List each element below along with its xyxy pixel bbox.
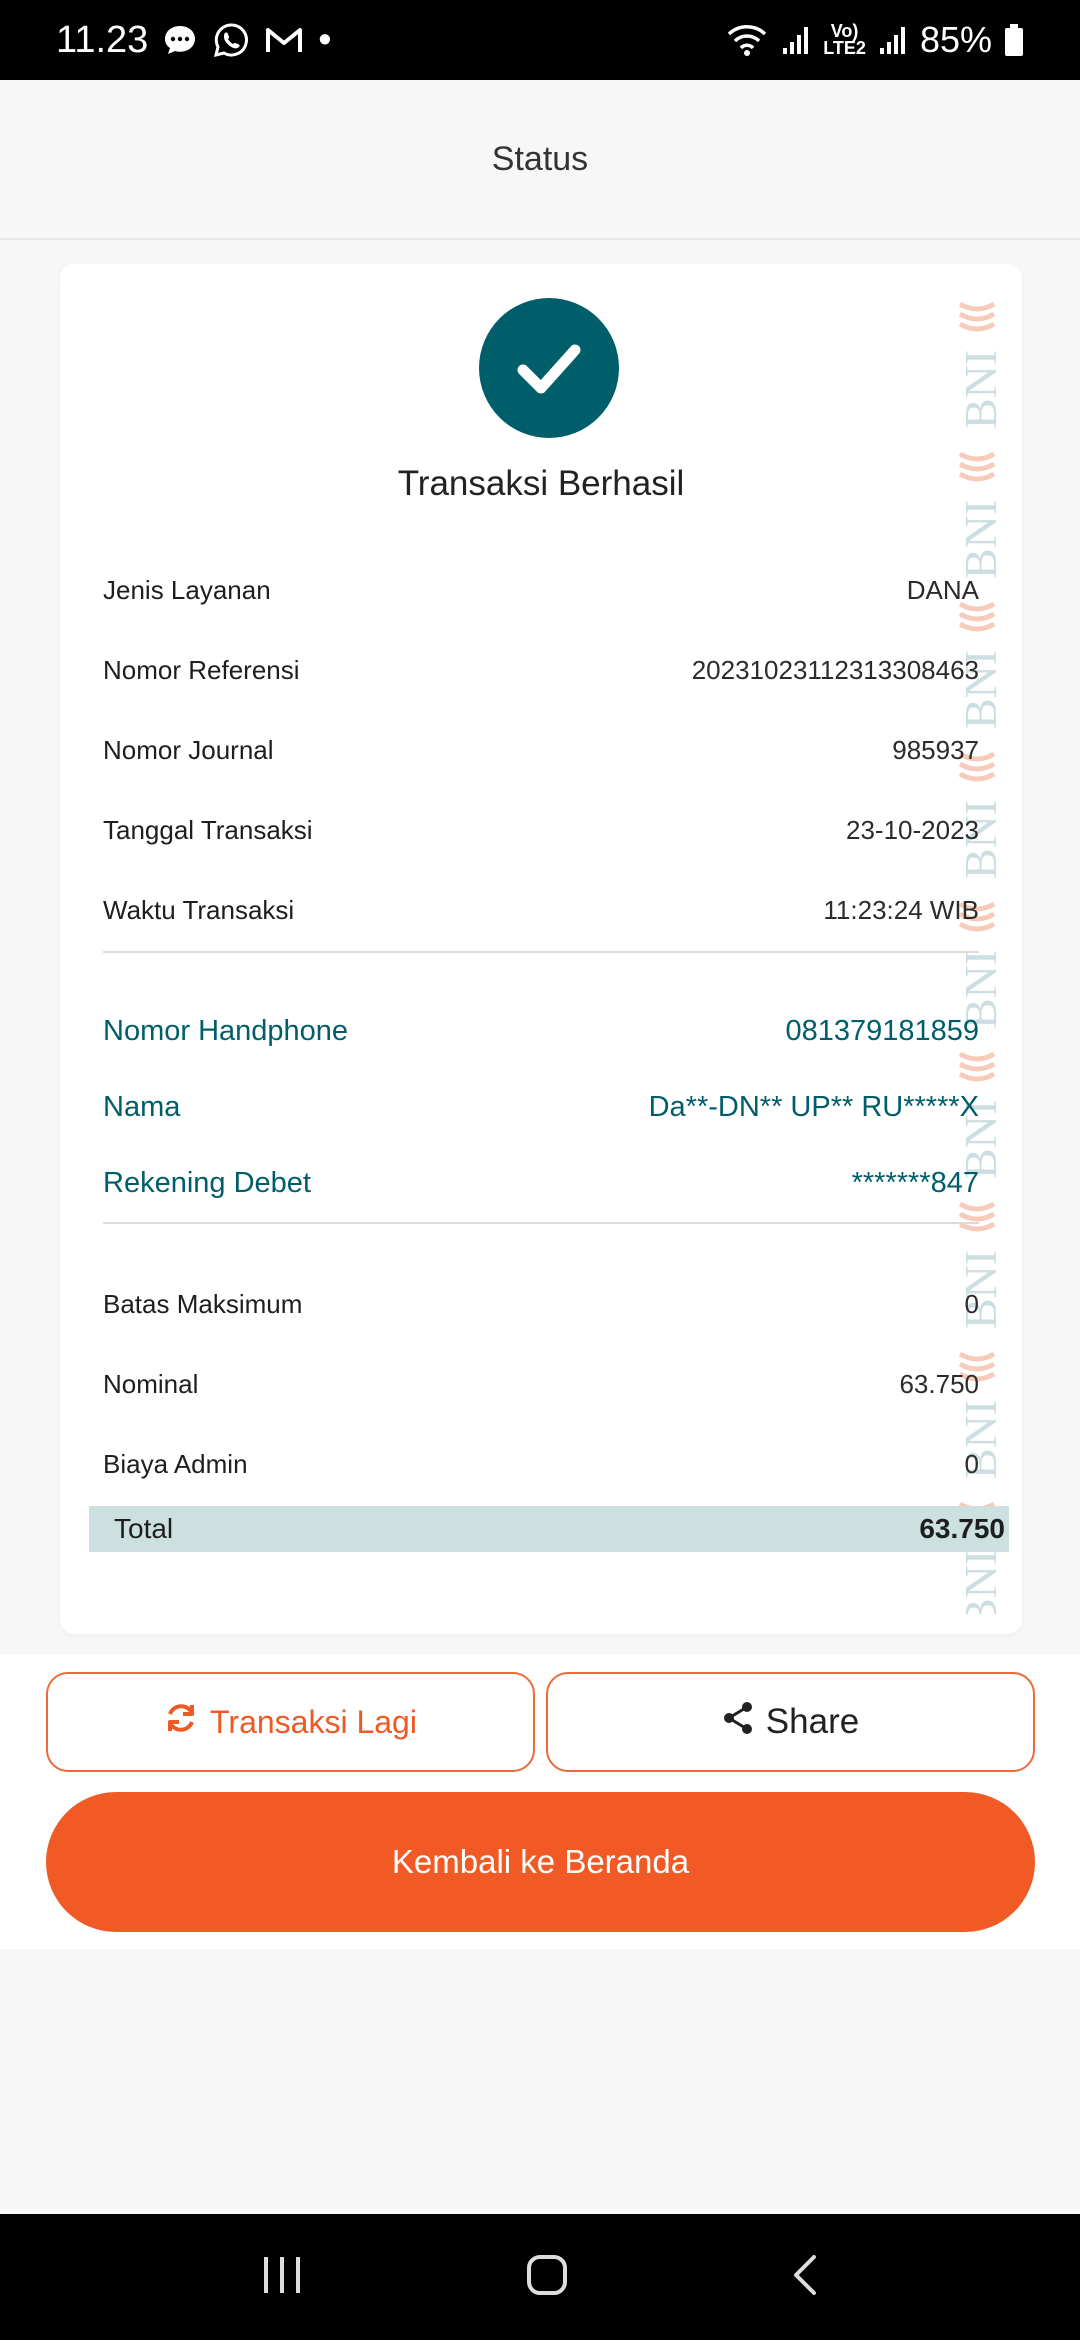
detail-value: 081379181859 <box>785 1014 979 1047</box>
check-circle-icon <box>479 298 619 438</box>
back-icon[interactable] <box>790 2253 820 2302</box>
detail-row-service: Jenis Layanan DANA <box>103 570 979 610</box>
detail-label: Nominal <box>103 1368 199 1399</box>
detail-label: Tanggal Transaksi <box>103 814 313 845</box>
detail-row-debit-account: Rekening Debet *******847 <box>103 1163 979 1203</box>
detail-row-nominal: Nominal 63.750 <box>103 1364 979 1404</box>
share-label: Share <box>765 1702 860 1741</box>
back-to-home-button[interactable]: Kembali ke Beranda <box>46 1792 1035 1932</box>
detail-value: 23-10-2023 <box>846 814 979 845</box>
detail-value: 0 <box>964 1288 979 1319</box>
signal-icon <box>781 24 811 56</box>
detail-label: Nomor Referensi <box>103 654 300 685</box>
divider <box>103 951 979 953</box>
status-bar: 11.23 • Vo) LTE2 85% <box>0 0 1080 80</box>
clock: 11.23 <box>56 18 149 61</box>
total-row: Total 63.750 <box>89 1506 1009 1552</box>
notification-dot: • <box>318 18 332 61</box>
battery-icon <box>1004 23 1024 57</box>
detail-row-time: Waktu Transaksi 11:23:24 WIB <box>103 890 979 930</box>
detail-label: Nomor Journal <box>103 734 274 765</box>
detail-row-name: Nama Da**-DN** UP** RU*****X <box>103 1087 979 1127</box>
svg-text:BNI: BNI <box>955 1550 1002 1614</box>
detail-value: Da**-DN** UP** RU*****X <box>648 1090 979 1123</box>
svg-text:BNI: BNI <box>955 500 1002 579</box>
share-button[interactable]: Share <box>546 1672 1035 1772</box>
network-type-label: Vo) LTE2 <box>823 21 866 58</box>
detail-label: Waktu Transaksi <box>103 894 295 925</box>
gmail-icon <box>264 24 304 56</box>
detail-value: *******847 <box>851 1166 979 1199</box>
detail-value: 985937 <box>892 734 979 765</box>
svg-text:BNI: BNI <box>955 350 1002 429</box>
recent-apps-icon[interactable] <box>260 2255 304 2300</box>
signal-icon <box>878 24 908 56</box>
detail-value: 20231023112313308463 <box>691 654 979 685</box>
divider <box>103 1222 979 1224</box>
app-header: Status <box>0 80 1080 240</box>
detail-row-admin-fee: Biaya Admin 0 <box>103 1444 979 1484</box>
retry-transaction-button[interactable]: Transaksi Lagi <box>46 1672 535 1772</box>
detail-value: 11:23:24 WIB <box>823 894 979 925</box>
detail-value: 63.750 <box>899 1368 979 1399</box>
home-icon[interactable] <box>525 2253 569 2302</box>
battery-percent: 85% <box>919 19 992 60</box>
detail-label: Nomor Handphone <box>103 1014 349 1047</box>
chat-bubble-icon <box>162 22 198 58</box>
status-bar-left: 11.23 • <box>56 19 332 62</box>
detail-label: Nama <box>103 1090 181 1123</box>
detail-label: Jenis Layanan <box>103 574 271 605</box>
detail-value: 0 <box>964 1448 979 1479</box>
detail-row-reference: Nomor Referensi 20231023112313308463 <box>103 650 979 690</box>
whatsapp-icon <box>212 21 250 59</box>
bni-watermark-tile: BNI <box>955 301 1002 429</box>
refresh-icon <box>164 1701 198 1743</box>
detail-row-journal: Nomor Journal 985937 <box>103 730 979 770</box>
total-value: 63.750 <box>919 1513 1005 1544</box>
page-title: Status <box>491 139 589 178</box>
total-label: Total <box>114 1513 174 1544</box>
transaction-status-title: Transaksi Berhasil <box>397 464 685 503</box>
action-footer: Transaksi Lagi Share Kembali ke Beranda <box>0 1654 1080 1949</box>
detail-label: Rekening Debet <box>103 1166 311 1199</box>
detail-row-max-limit: Batas Maksimum 0 <box>103 1284 979 1324</box>
detail-label: Batas Maksimum <box>103 1288 303 1319</box>
detail-row-date: Tanggal Transaksi 23-10-2023 <box>103 810 979 850</box>
status-bar-right: Vo) LTE2 85% <box>725 19 1024 61</box>
detail-value: DANA <box>906 574 979 605</box>
receipt-card: BNI BNI BNI BNI BNI BNI BNI BNI BNI Transaksi Be… <box>60 264 1022 1634</box>
detail-row-phone: Nomor Handphone 081379181859 <box>103 1011 979 1051</box>
wifi-icon <box>725 22 769 58</box>
share-icon <box>722 1701 754 1744</box>
retry-transaction-label: Transaksi Lagi <box>210 1703 417 1740</box>
detail-label: Biaya Admin <box>103 1448 248 1479</box>
system-nav-bar <box>0 2214 1080 2340</box>
